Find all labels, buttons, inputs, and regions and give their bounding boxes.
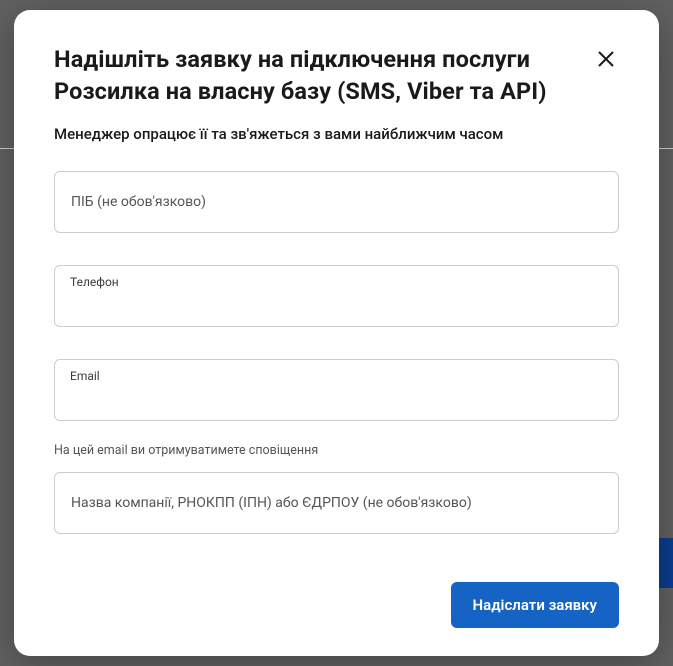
phone-input[interactable]: [54, 265, 619, 327]
request-form: Телефон Email На цей email ви отримувати…: [54, 171, 619, 628]
request-modal: Надішліть заявку на підключення послуги …: [14, 10, 659, 656]
phone-field-wrap: Телефон: [54, 265, 619, 327]
email-helper-text: На цей email ви отримуватимете сповіщенн…: [54, 443, 619, 458]
modal-title: Надішліть заявку на підключення послуги …: [54, 44, 574, 107]
email-field-wrap: Email: [54, 359, 619, 421]
name-input[interactable]: [54, 171, 619, 233]
company-field-wrap: [54, 472, 619, 534]
background-button-fragment: [658, 538, 673, 588]
company-input[interactable]: [54, 472, 619, 534]
close-icon: [597, 50, 615, 68]
modal-footer: Надіслати заявку: [54, 552, 619, 628]
submit-button[interactable]: Надіслати заявку: [451, 582, 619, 628]
modal-header: Надішліть заявку на підключення послуги …: [54, 44, 619, 107]
name-field-wrap: [54, 171, 619, 233]
modal-subtitle: Менеджер опрацює її та зв'яжеться з вами…: [54, 125, 619, 143]
close-button[interactable]: [593, 46, 619, 72]
email-input[interactable]: [54, 359, 619, 421]
